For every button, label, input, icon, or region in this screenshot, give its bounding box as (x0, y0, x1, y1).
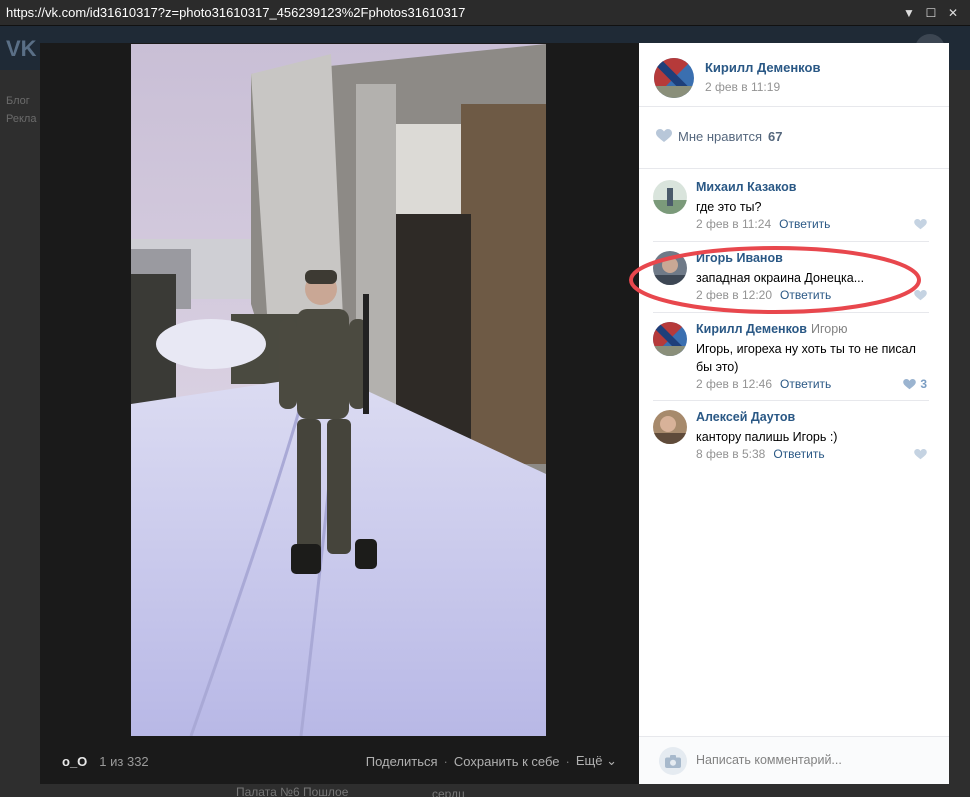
commenter-avatar[interactable] (653, 180, 687, 214)
heart-icon (656, 129, 672, 142)
comment-item: Михаил Казаков где это ты? 2 фев в 11:24… (653, 180, 929, 240)
share-button[interactable]: Поделиться (366, 754, 438, 769)
comment-divider (653, 400, 929, 401)
post-author: Кирилл Деменков 2 фев в 11:19 (639, 43, 949, 107)
comment-text: кантору палишь Игорь :) (696, 430, 838, 444)
camera-icon[interactable] (659, 747, 687, 775)
annotation-ellipse (629, 246, 921, 314)
browser-url-bar: https://vk.com/id31610317?z=photo3161031… (0, 0, 970, 26)
photo-image (131, 44, 546, 736)
photo-viewer: o_O 1 из 332 Поделиться · Сохранить к се… (40, 43, 639, 784)
bg-menu-item: Рекла (6, 113, 37, 125)
vk-logo: VK (6, 36, 37, 61)
separator-dot: · (443, 753, 448, 769)
background-post-title: Палата №6 Пошлое (236, 785, 349, 797)
comment-divider (653, 241, 929, 242)
close-icon[interactable]: ✕ (942, 6, 964, 20)
comment-composer: Написать комментарий... (639, 736, 949, 784)
comment-input[interactable]: Написать комментарий... (696, 753, 842, 767)
photo[interactable] (131, 44, 546, 736)
maximize-icon[interactable]: ☐ (920, 6, 942, 20)
comment-like-button[interactable]: 3 (903, 377, 927, 391)
author-name[interactable]: Кирилл Деменков (705, 60, 820, 75)
comment-date[interactable]: 2 фев в 11:24 (696, 217, 771, 231)
post-likes[interactable]: Мне нравится 67 (639, 107, 949, 169)
comment-meta: 2 фев в 12:46 Ответить (696, 377, 831, 391)
photo-sidebar: Кирилл Деменков 2 фев в 11:19 Мне нравит… (639, 43, 949, 784)
heart-icon (903, 378, 917, 389)
viewer-toolbar: o_O 1 из 332 Поделиться · Сохранить к се… (40, 746, 639, 776)
comment-meta: 8 фев в 5:38 Ответить (696, 447, 825, 461)
more-label: Ещё (575, 753, 603, 768)
post-date[interactable]: 2 фев в 11:19 (705, 80, 780, 94)
comment-meta: 2 фев в 11:24 Ответить (696, 217, 830, 231)
comment-item: Кирилл Деменков Игорю Игорь, игореха ну х… (653, 322, 929, 402)
commenter-avatar[interactable] (653, 410, 687, 444)
comment-item: Алексей Даутов кантору палишь Игорь :) 8… (653, 410, 929, 470)
reply-button[interactable]: Ответить (780, 377, 831, 391)
comment-like-button[interactable] (914, 219, 927, 230)
likes-label: Мне нравится 67 (678, 129, 782, 144)
author-avatar[interactable] (654, 58, 694, 98)
address-url[interactable]: https://vk.com/id31610317?z=photo3161031… (6, 5, 898, 20)
background-post-text: сердц (432, 787, 465, 797)
camera-glyph (665, 754, 681, 768)
reply-button[interactable]: Ответить (779, 217, 830, 231)
comment-like-button[interactable] (914, 449, 927, 460)
comment-date[interactable]: 8 фев в 5:38 (696, 447, 765, 461)
likes-count: 67 (768, 129, 783, 144)
comment-text: где это ты? (696, 200, 762, 214)
reply-button[interactable]: Ответить (773, 447, 824, 461)
heart-icon (914, 449, 927, 460)
heart-icon (914, 219, 927, 230)
commenter-name-text: Алексей Даутов (696, 410, 796, 424)
photo-owner[interactable]: o_O (62, 754, 87, 769)
chevron-down-icon: ⌄ (606, 753, 617, 768)
background-left-menu: Блог Рекла (6, 92, 36, 128)
photo-counter: 1 из 332 (99, 753, 149, 769)
comment-text: Игорь, игореха ну хоть ты то не писал бы… (696, 342, 916, 374)
bg-menu-item: Блог (6, 95, 30, 107)
commenter-avatar[interactable] (653, 322, 687, 356)
reply-to-name[interactable]: Игорю (811, 322, 848, 336)
avatar-image (653, 410, 687, 444)
dropdown-icon[interactable]: ▼ (898, 6, 920, 20)
commenter-name-text: Кирилл Деменков (696, 322, 807, 336)
likes-text: Мне нравится (678, 129, 763, 144)
commenter-name[interactable]: Кирилл Деменков Игорю (696, 322, 848, 336)
avatar-image (653, 180, 687, 214)
separator-dot: · (565, 753, 570, 769)
commenter-name-text: Михаил Казаков (696, 180, 797, 194)
author-avatar-image (654, 58, 694, 98)
avatar-image (653, 322, 687, 356)
comment-like-count: 3 (920, 377, 927, 391)
save-to-album-button[interactable]: Сохранить к себе (454, 754, 560, 769)
commenter-name[interactable]: Михаил Казаков (696, 180, 796, 194)
commenter-name[interactable]: Алексей Даутов (696, 410, 795, 424)
comment-date[interactable]: 2 фев в 12:46 (696, 377, 772, 391)
more-button[interactable]: Ещё ⌄ (576, 753, 617, 769)
